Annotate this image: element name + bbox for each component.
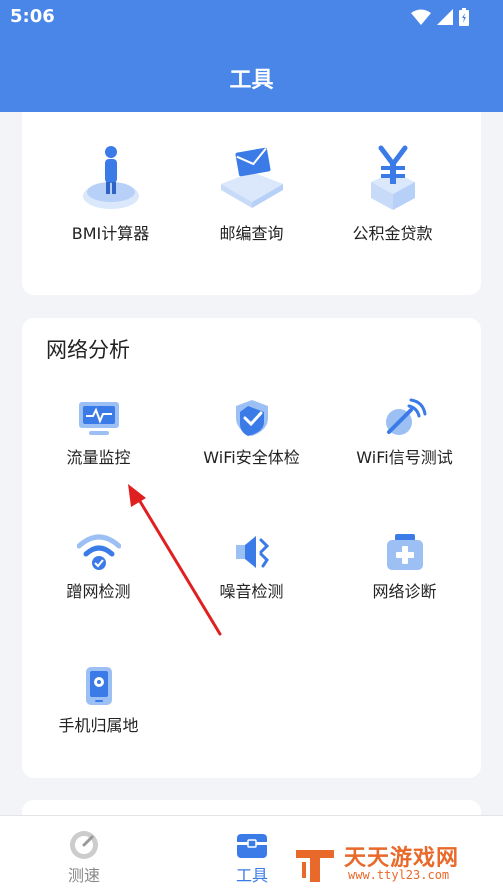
toolbox-icon: [237, 834, 267, 858]
nav-item-speed-test[interactable]: 测速: [0, 816, 168, 886]
nav-label: 测速: [67, 866, 100, 885]
watermark-url: www.ttyl23.com: [348, 868, 450, 882]
watermark-logo-icon: [296, 850, 334, 882]
annotation-arrow: [128, 484, 222, 636]
speedometer-icon: [70, 831, 98, 859]
watermark: 天天游戏网 www.ttyl23.com: [292, 838, 492, 890]
